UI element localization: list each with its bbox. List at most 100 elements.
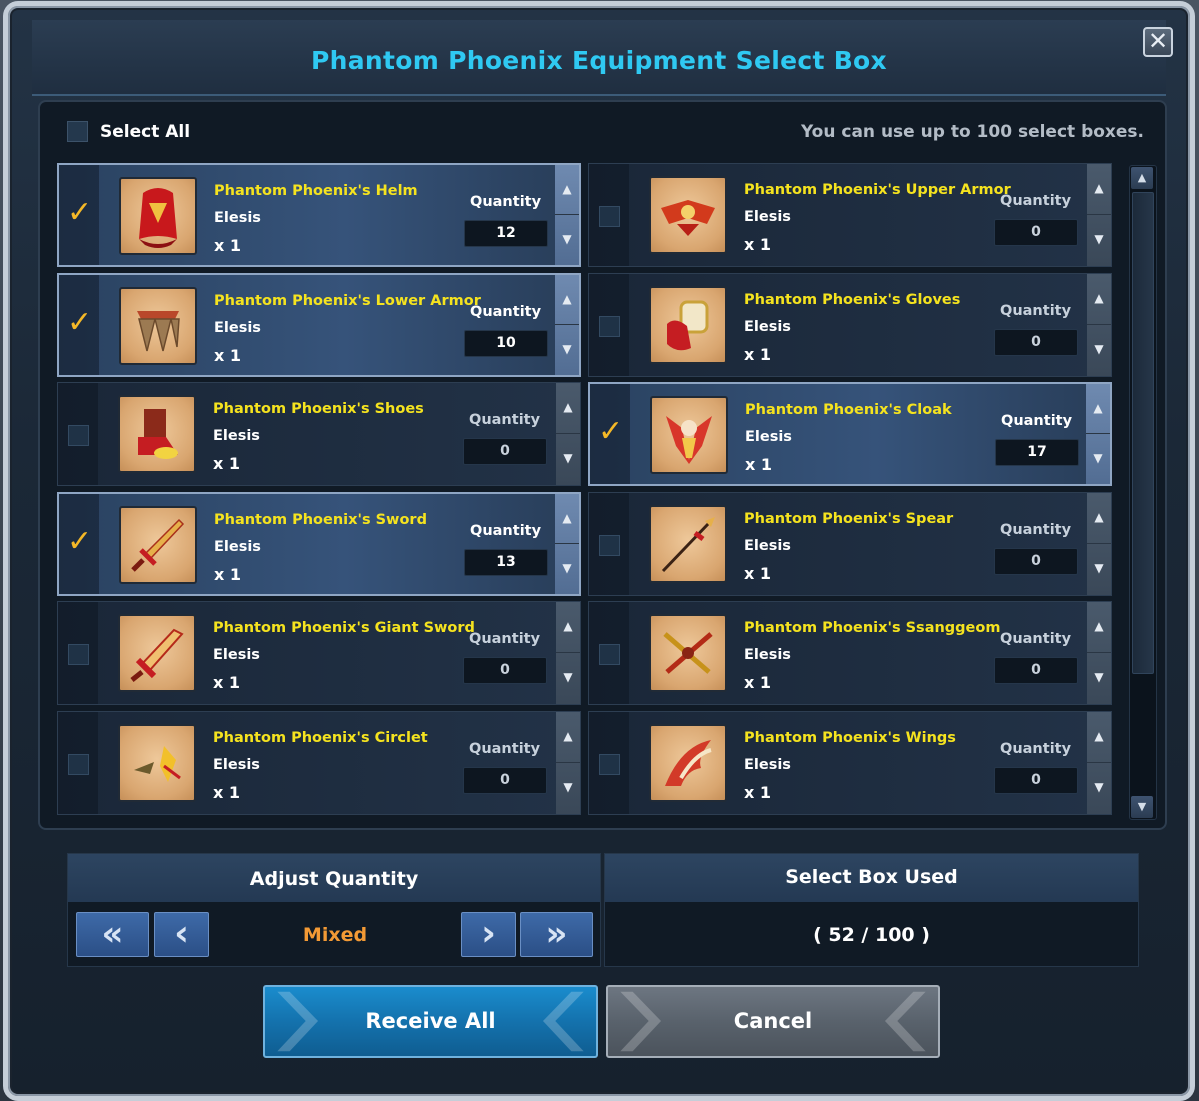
item-checkbox[interactable] bbox=[68, 754, 89, 775]
decrease-max-button[interactable]: « bbox=[76, 912, 149, 957]
item-card[interactable]: ✓ Phantom Phoenix's Lower Armor Elesis x… bbox=[57, 272, 581, 377]
item-checkbox[interactable] bbox=[599, 754, 620, 775]
increment-arrow-icon[interactable]: ▲ bbox=[556, 712, 580, 763]
quantity-field[interactable]: 0 bbox=[463, 438, 547, 466]
item-checkbox[interactable] bbox=[599, 534, 620, 556]
item-checkbox[interactable] bbox=[599, 315, 620, 337]
quantity-field[interactable]: 17 bbox=[995, 439, 1079, 467]
item-checkbox-column[interactable]: ✓ bbox=[590, 384, 630, 485]
item-checkbox-column[interactable] bbox=[589, 164, 629, 266]
item-checkbox-column[interactable]: ✓ bbox=[59, 274, 99, 375]
increment-arrow-icon[interactable]: ▲ bbox=[555, 275, 579, 325]
quantity-stepper[interactable]: ▲ ▼ bbox=[1087, 164, 1111, 266]
decrement-arrow-icon[interactable]: ▼ bbox=[1087, 323, 1111, 376]
quantity-stepper[interactable]: ▲ ▼ bbox=[555, 274, 579, 375]
item-card[interactable]: ✓ Phantom Phoenix's Sword Elesis x 1 Qua… bbox=[57, 491, 581, 596]
quantity-field[interactable]: 13 bbox=[464, 548, 548, 576]
item-checkbox-column[interactable] bbox=[58, 602, 98, 705]
select-all-label[interactable]: Select All bbox=[100, 122, 190, 142]
increment-arrow-icon[interactable]: ▲ bbox=[1087, 493, 1111, 544]
item-checkbox[interactable] bbox=[68, 644, 89, 666]
checkmark-icon[interactable]: ✓ bbox=[598, 414, 623, 449]
checkmark-icon[interactable]: ✓ bbox=[67, 195, 92, 230]
decrement-arrow-icon[interactable]: ▼ bbox=[1087, 762, 1111, 814]
quantity-stepper[interactable]: ▲ ▼ bbox=[556, 383, 580, 486]
item-checkbox-column[interactable]: ✓ bbox=[59, 165, 99, 265]
increment-arrow-icon[interactable]: ▲ bbox=[1087, 602, 1111, 653]
receive-all-button[interactable]: Receive All bbox=[263, 985, 598, 1058]
decrement-arrow-icon[interactable]: ▼ bbox=[1087, 542, 1111, 595]
quantity-stepper[interactable]: ▲ ▼ bbox=[556, 712, 580, 814]
quantity-stepper[interactable]: ▲ ▼ bbox=[1087, 273, 1111, 376]
increment-arrow-icon[interactable]: ▲ bbox=[1086, 384, 1110, 434]
increase-max-button[interactable]: » bbox=[520, 912, 593, 957]
checkmark-icon[interactable]: ✓ bbox=[67, 524, 92, 559]
decrement-arrow-icon[interactable]: ▼ bbox=[555, 323, 579, 375]
item-card[interactable]: Phantom Phoenix's Spear Elesis x 1 Quant… bbox=[588, 491, 1112, 596]
item-card[interactable]: Phantom Phoenix's Giant Sword Elesis x 1… bbox=[57, 601, 581, 706]
decrement-arrow-icon[interactable]: ▼ bbox=[556, 433, 580, 485]
quantity-field[interactable]: 0 bbox=[463, 767, 547, 794]
select-all-checkbox[interactable] bbox=[67, 121, 88, 142]
decrement-arrow-icon[interactable]: ▼ bbox=[555, 542, 579, 594]
decrement-arrow-icon[interactable]: ▼ bbox=[556, 652, 580, 704]
decrement-arrow-icon[interactable]: ▼ bbox=[556, 762, 580, 814]
item-checkbox-column[interactable] bbox=[58, 712, 98, 814]
cancel-button[interactable]: Cancel bbox=[606, 985, 940, 1058]
quantity-stepper[interactable]: ▲ ▼ bbox=[1086, 384, 1110, 485]
increment-arrow-icon[interactable]: ▲ bbox=[556, 383, 580, 434]
item-checkbox-column[interactable] bbox=[589, 602, 629, 705]
increment-arrow-icon[interactable]: ▲ bbox=[1087, 164, 1111, 215]
increment-arrow-icon[interactable]: ▲ bbox=[1087, 712, 1111, 763]
item-checkbox-column[interactable] bbox=[589, 492, 629, 595]
increment-arrow-icon[interactable]: ▲ bbox=[556, 602, 580, 653]
quantity-field[interactable]: 0 bbox=[994, 657, 1078, 685]
increment-arrow-icon[interactable]: ▲ bbox=[1087, 274, 1111, 325]
quantity-stepper[interactable]: ▲ ▼ bbox=[555, 165, 579, 265]
quantity-stepper[interactable]: ▲ ▼ bbox=[1087, 712, 1111, 814]
decrement-arrow-icon[interactable]: ▼ bbox=[1087, 652, 1111, 704]
list-scrollbar[interactable]: ▲ ▼ bbox=[1129, 165, 1157, 820]
decrement-arrow-icon[interactable]: ▼ bbox=[555, 214, 579, 265]
item-checkbox-column[interactable] bbox=[58, 383, 98, 486]
adjust-quantity-title: Adjust Quantity bbox=[249, 868, 419, 890]
increase-button[interactable]: › bbox=[461, 912, 516, 957]
close-icon[interactable]: ✕ bbox=[1143, 27, 1173, 57]
quantity-field[interactable]: 0 bbox=[994, 328, 1078, 356]
item-card[interactable]: Phantom Phoenix's Circlet Elesis x 1 Qua… bbox=[57, 711, 581, 815]
quantity-field[interactable]: 12 bbox=[464, 220, 548, 247]
quantity-stepper[interactable]: ▲ ▼ bbox=[555, 493, 579, 594]
scroll-up-arrow-icon[interactable]: ▲ bbox=[1131, 167, 1153, 189]
scroll-down-arrow-icon[interactable]: ▼ bbox=[1131, 796, 1153, 818]
item-checkbox[interactable] bbox=[599, 644, 620, 666]
quantity-field[interactable]: 10 bbox=[464, 329, 548, 357]
scroll-thumb[interactable] bbox=[1132, 192, 1154, 674]
item-checkbox-column[interactable] bbox=[589, 273, 629, 376]
quantity-field[interactable]: 0 bbox=[994, 219, 1078, 246]
item-card[interactable]: ✓ Phantom Phoenix's Helm Elesis x 1 Quan… bbox=[57, 163, 581, 267]
decrease-button[interactable]: ‹ bbox=[154, 912, 209, 957]
item-card[interactable]: ✓ Phantom Phoenix's Cloak Elesis x 1 Qua… bbox=[588, 382, 1112, 487]
decrement-arrow-icon[interactable]: ▼ bbox=[1086, 433, 1110, 484]
item-checkbox[interactable] bbox=[68, 425, 89, 447]
item-card[interactable]: Phantom Phoenix's Ssanggeom Elesis x 1 Q… bbox=[588, 601, 1112, 706]
item-checkbox[interactable] bbox=[599, 206, 620, 227]
quantity-stepper[interactable]: ▲ ▼ bbox=[1087, 602, 1111, 705]
quantity-field[interactable]: 0 bbox=[994, 547, 1078, 575]
quantity-stepper[interactable]: ▲ ▼ bbox=[556, 602, 580, 705]
increment-arrow-icon[interactable]: ▲ bbox=[555, 494, 579, 544]
increment-arrow-icon[interactable]: ▲ bbox=[555, 165, 579, 215]
item-checkbox-column[interactable] bbox=[589, 712, 629, 814]
item-card[interactable]: Phantom Phoenix's Gloves Elesis x 1 Quan… bbox=[588, 272, 1112, 377]
item-card[interactable]: Phantom Phoenix's Upper Armor Elesis x 1… bbox=[588, 163, 1112, 267]
upper-armor-icon bbox=[649, 176, 727, 254]
ssanggeom-icon bbox=[649, 614, 727, 693]
quantity-stepper[interactable]: ▲ ▼ bbox=[1087, 492, 1111, 595]
quantity-field[interactable]: 0 bbox=[463, 657, 547, 685]
decrement-arrow-icon[interactable]: ▼ bbox=[1087, 214, 1111, 266]
checkmark-icon[interactable]: ✓ bbox=[67, 305, 92, 340]
item-card[interactable]: Phantom Phoenix's Shoes Elesis x 1 Quant… bbox=[57, 382, 581, 487]
item-checkbox-column[interactable]: ✓ bbox=[59, 493, 99, 594]
quantity-field[interactable]: 0 bbox=[994, 767, 1078, 794]
item-card[interactable]: Phantom Phoenix's Wings Elesis x 1 Quant… bbox=[588, 711, 1112, 815]
